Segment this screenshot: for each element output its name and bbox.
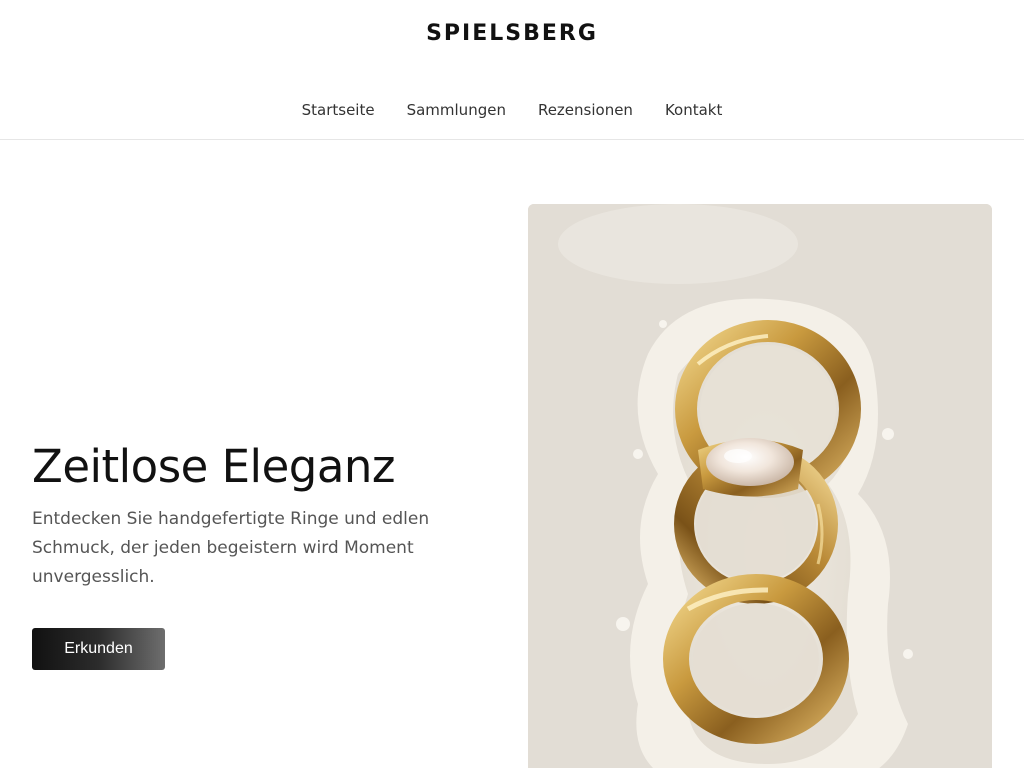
nav-link-kontakt[interactable]: Kontakt xyxy=(665,98,722,124)
site-header: SPIELSBERG Startseite Sammlungen Rezensi… xyxy=(0,0,1024,140)
page: SPIELSBERG Startseite Sammlungen Rezensi… xyxy=(0,0,1024,768)
nav-link-startseite[interactable]: Startseite xyxy=(302,98,375,124)
hero-title: Zeitlose Eleganz xyxy=(32,440,396,493)
gold-rings-image xyxy=(528,204,992,768)
gold-rings-illustration xyxy=(528,204,992,768)
nav-link-rezensionen[interactable]: Rezensionen xyxy=(538,98,633,124)
explore-button[interactable]: Erkunden xyxy=(32,628,165,670)
hero-text: Zeitlose Eleganz Entdecken Sie handgefer… xyxy=(32,436,492,592)
hero-description: Entdecken Sie handgefertigte Ringe und e… xyxy=(32,509,430,587)
nav-link-sammlungen[interactable]: Sammlungen xyxy=(407,98,506,124)
brand-logo[interactable]: SPIELSBERG xyxy=(0,19,1024,49)
main-nav: Startseite Sammlungen Rezensionen Kontak… xyxy=(0,98,1024,124)
